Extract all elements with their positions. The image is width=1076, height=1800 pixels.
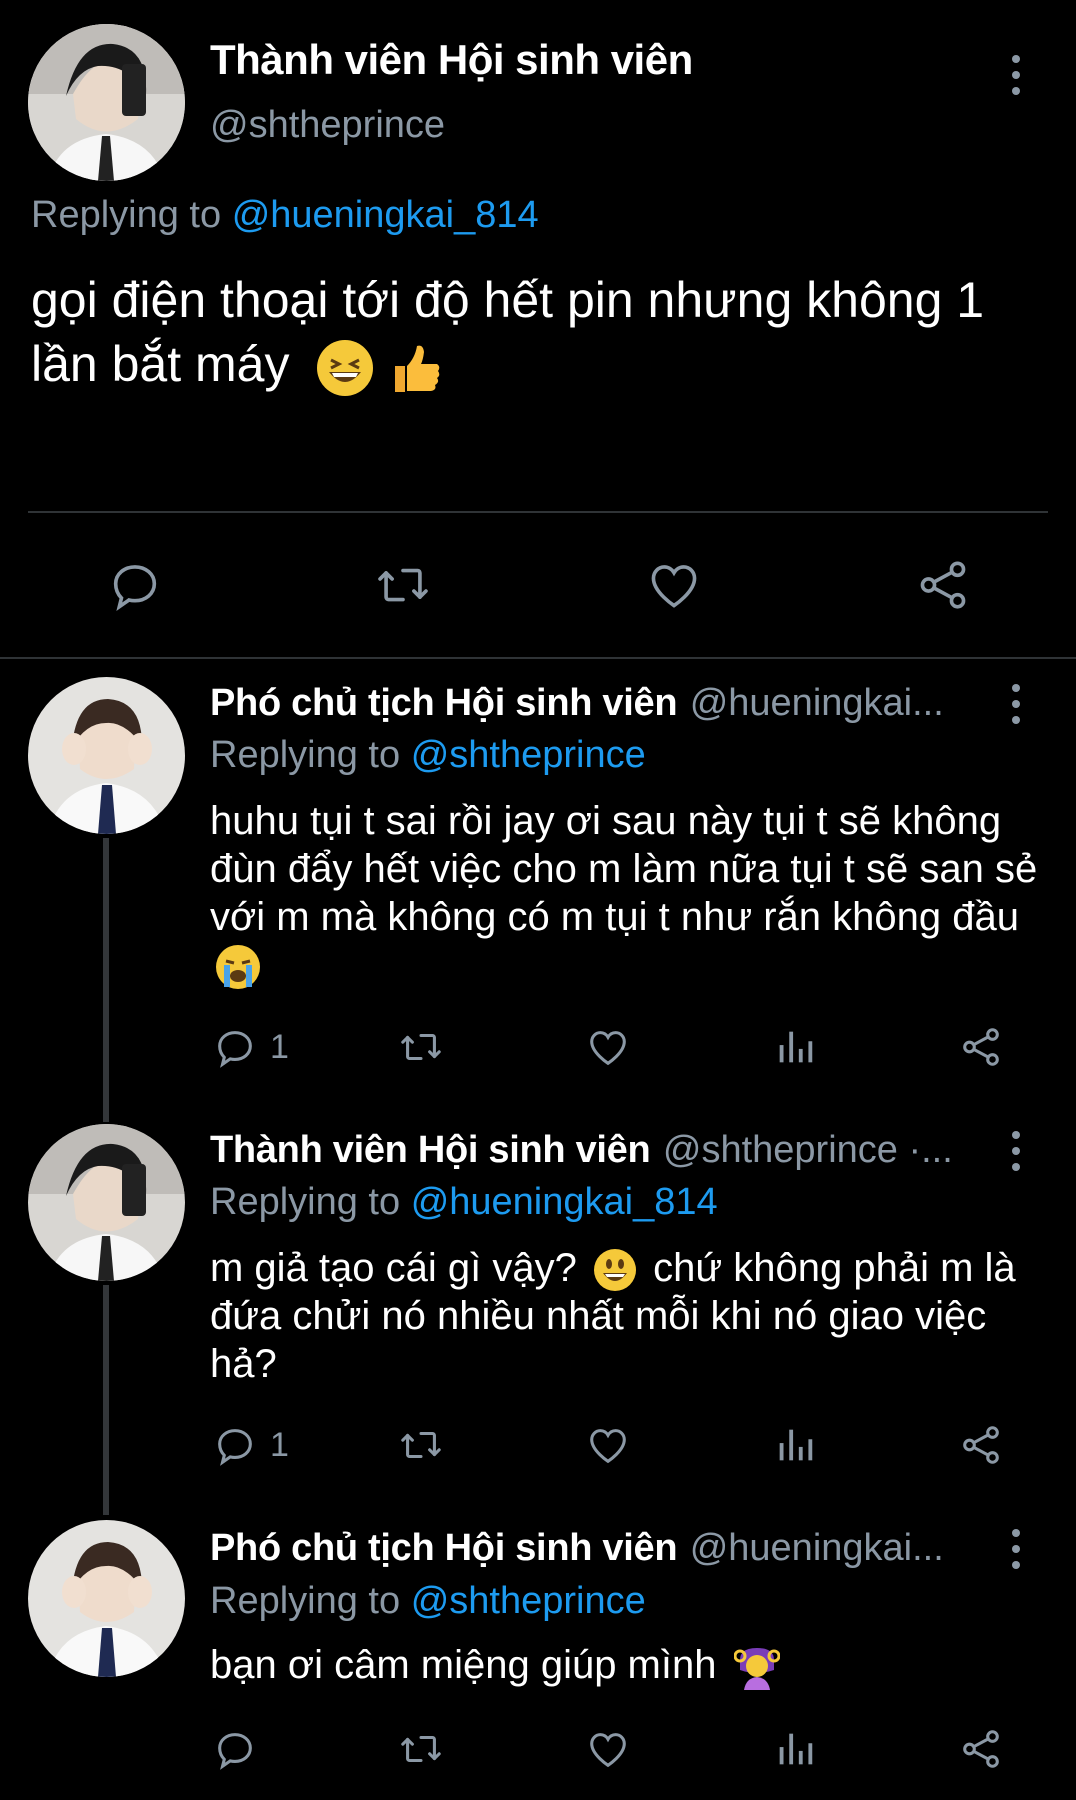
more-icon[interactable]: [1001, 1131, 1031, 1171]
analytics-button[interactable]: [772, 1024, 818, 1070]
like-icon: [590, 1429, 626, 1464]
replying-label: Replying to: [210, 1181, 401, 1223]
thread-line: [103, 1285, 109, 1515]
reply-button[interactable]: 1: [212, 1422, 289, 1468]
analytics-button[interactable]: [772, 1726, 818, 1772]
replying-to-link[interactable]: @shtheprince: [411, 734, 646, 776]
more-icon[interactable]: [1001, 55, 1031, 95]
reply-icon: [218, 1429, 252, 1466]
like-button[interactable]: [585, 1422, 631, 1468]
author-name[interactable]: Phó chủ tịch Hội sinh viên: [210, 682, 678, 724]
avatar-hueningkai[interactable]: [28, 677, 185, 834]
reply-text: bạn ơi câm miệng giúp mình: [210, 1641, 1040, 1691]
reply-button[interactable]: [106, 556, 164, 614]
tweet-text: gọi điện thoại tới độ hết pin nhưng khôn…: [31, 268, 1051, 396]
author-handle[interactable]: @shtheprince ·...: [663, 1129, 953, 1171]
thread-line: [103, 838, 109, 1122]
share-icon: [963, 1426, 999, 1464]
share-icon: [963, 1028, 999, 1066]
replying-to: Replying to @hueningkai_814: [31, 194, 539, 237]
retweet-button[interactable]: [395, 1024, 447, 1070]
author-name[interactable]: Thành viên Hội sinh viên: [210, 36, 693, 84]
reply-text: m giả tạo cái gì vậy? chứ không phải m l…: [210, 1244, 1040, 1388]
author-handle[interactable]: @hueningkai...: [690, 682, 944, 724]
reply-1-header: Phó chủ tịch Hội sinh viên @hueningkai..…: [210, 682, 990, 725]
analytics-icon: [779, 1429, 813, 1461]
like-icon: [590, 1733, 626, 1768]
retweet-button[interactable]: [372, 556, 434, 614]
reply-icon: [218, 1031, 252, 1068]
replying-label: Replying to: [210, 734, 401, 776]
like-icon: [590, 1031, 626, 1066]
replying-label: Replying to: [31, 194, 222, 236]
retweet-button[interactable]: [395, 1422, 447, 1468]
reply-icon: [113, 565, 157, 612]
reply-icon: [218, 1733, 252, 1770]
replying-label: Replying to: [210, 1580, 401, 1622]
retweet-icon: [401, 1431, 441, 1459]
person-gesturing-ok-emoji-icon: [733, 1644, 781, 1691]
replying-to: Replying to @hueningkai_814: [210, 1181, 718, 1224]
reply-3-header: Phó chủ tịch Hội sinh viên @hueningkai..…: [210, 1527, 990, 1570]
tweet-text-content: gọi điện thoại tới độ hết pin nhưng khôn…: [31, 272, 985, 392]
divider: [28, 511, 1048, 513]
author-name[interactable]: Phó chủ tịch Hội sinh viên: [210, 1527, 678, 1569]
author-handle[interactable]: @shtheprince: [210, 104, 445, 147]
avatar-hueningkai[interactable]: [28, 1520, 185, 1677]
reply-text: huhu tụi t sai rồi jay ơi sau này tụi t …: [210, 797, 1040, 990]
reply-button[interactable]: 1: [212, 1024, 289, 1070]
reply-2-header: Thành viên Hội sinh viên @shtheprince ·.…: [210, 1129, 990, 1172]
reply-count: 1: [270, 1027, 289, 1066]
analytics-icon: [779, 1733, 813, 1765]
replying-to: Replying to @shtheprince: [210, 1580, 646, 1623]
share-button[interactable]: [958, 1726, 1004, 1772]
replying-to: Replying to @shtheprince: [210, 734, 646, 777]
avatar-shtheprince[interactable]: [28, 1124, 185, 1281]
author-name[interactable]: Thành viên Hội sinh viên: [210, 1129, 651, 1171]
like-button[interactable]: [645, 556, 703, 614]
analytics-icon: [779, 1031, 813, 1063]
reply-text-content: huhu tụi t sai rồi jay ơi sau này tụi t …: [210, 799, 1038, 939]
retweet-icon: [378, 568, 428, 602]
like-icon: [651, 565, 697, 608]
more-icon[interactable]: [1001, 684, 1031, 724]
analytics-button[interactable]: [772, 1422, 818, 1468]
share-button[interactable]: [914, 556, 972, 614]
share-button[interactable]: [958, 1024, 1004, 1070]
more-icon[interactable]: [1001, 1529, 1031, 1569]
reply-text-part-a: m giả tạo cái gì vậy?: [210, 1246, 577, 1290]
crying-face-emoji-icon: [216, 945, 260, 990]
share-icon: [920, 561, 966, 609]
avatar-shtheprince[interactable]: [28, 24, 185, 181]
share-button[interactable]: [958, 1422, 1004, 1468]
share-icon: [963, 1730, 999, 1768]
reply-text-content: bạn ơi câm miệng giúp mình: [210, 1643, 717, 1687]
retweet-icon: [401, 1735, 441, 1763]
reply-button[interactable]: [212, 1726, 258, 1772]
retweet-button[interactable]: [395, 1726, 447, 1772]
replying-to-link[interactable]: @hueningkai_814: [232, 194, 539, 236]
replying-to-link[interactable]: @hueningkai_814: [411, 1181, 718, 1223]
author-handle[interactable]: @hueningkai...: [690, 1527, 944, 1569]
like-button[interactable]: [585, 1726, 631, 1772]
retweet-icon: [401, 1033, 441, 1061]
like-button[interactable]: [585, 1024, 631, 1070]
section-divider: [0, 657, 1076, 659]
thumbs-up-emoji-icon: [387, 340, 443, 396]
reply-count: 1: [270, 1425, 289, 1464]
grinning-face-emoji-icon: [593, 1249, 636, 1292]
replying-to-link[interactable]: @shtheprince: [411, 1580, 646, 1622]
grinning-squinting-emoji-icon: [317, 339, 374, 396]
